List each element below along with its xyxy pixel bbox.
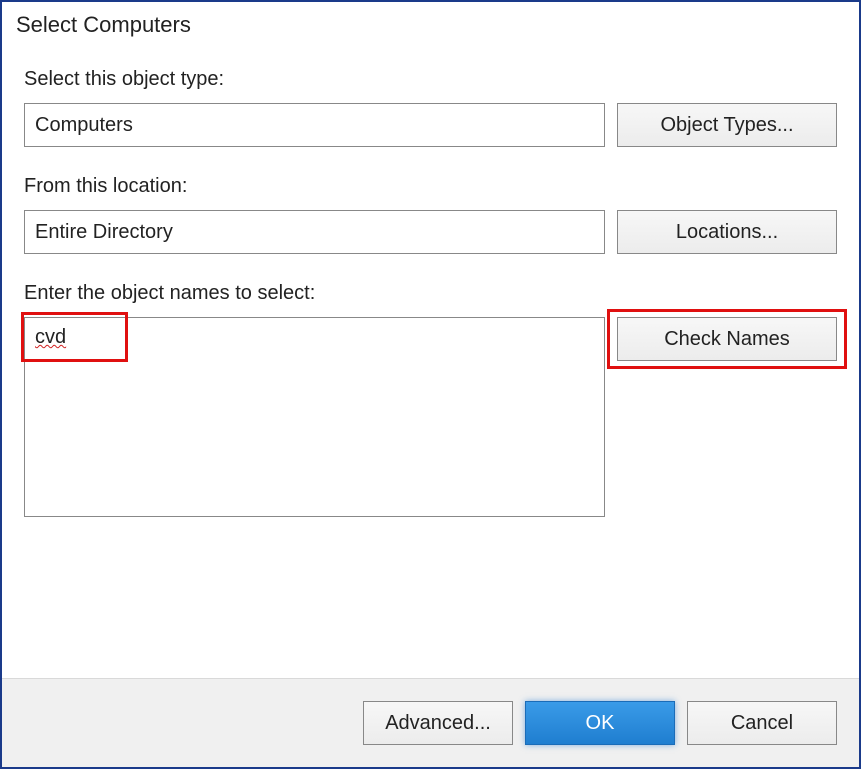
object-type-input[interactable]: [24, 103, 605, 147]
object-types-button[interactable]: Object Types...: [617, 103, 837, 147]
location-group: From this location: Locations...: [24, 175, 837, 254]
object-names-group: Enter the object names to select: cvd Ch…: [24, 282, 837, 523]
location-input[interactable]: [24, 210, 605, 254]
dialog-footer: Advanced... OK Cancel: [2, 678, 859, 767]
ok-button[interactable]: OK: [525, 701, 675, 745]
dialog-content: Select this object type: Object Types...…: [2, 38, 859, 678]
object-names-input[interactable]: [24, 317, 605, 517]
locations-button[interactable]: Locations...: [617, 210, 837, 254]
dialog-title: Select Computers: [2, 2, 859, 38]
cancel-button[interactable]: Cancel: [687, 701, 837, 745]
check-names-button[interactable]: Check Names: [617, 317, 837, 361]
object-names-label: Enter the object names to select:: [24, 282, 837, 305]
object-type-label: Select this object type:: [24, 68, 837, 91]
advanced-button[interactable]: Advanced...: [363, 701, 513, 745]
location-label: From this location:: [24, 175, 837, 198]
object-type-group: Select this object type: Object Types...: [24, 68, 837, 147]
select-computers-dialog: Select Computers Select this object type…: [0, 0, 861, 769]
